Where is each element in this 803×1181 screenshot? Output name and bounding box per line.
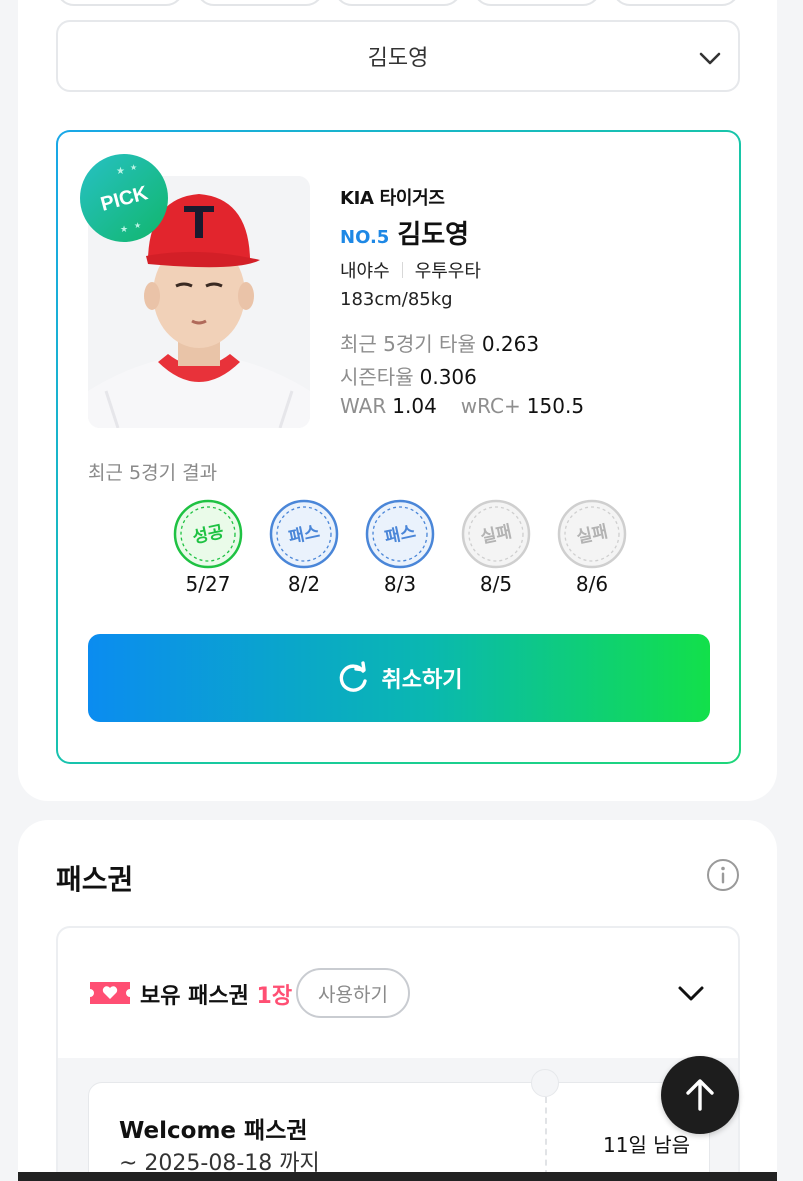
player-number: NO.5 <box>340 227 390 248</box>
svg-text:★: ★ <box>120 225 128 235</box>
chevron-down-icon <box>699 52 721 65</box>
player-filter-chips <box>56 0 746 6</box>
player-info: KIA 타이거즈 NO.5 김도영 내야수 우투우타 183cm/85kg 최근… <box>340 184 584 418</box>
divider <box>401 262 403 278</box>
owned-pass-header[interactable]: 보유 패스권 1장 사용하기 <box>58 928 738 1058</box>
player-name: 김도영 <box>397 220 470 250</box>
scroll-to-top-button[interactable] <box>661 1056 739 1134</box>
ticket-icon <box>90 982 130 1004</box>
player-select-value: 김도영 <box>367 46 429 71</box>
result-date: 8/2 <box>287 572 321 596</box>
chevron-down-icon[interactable] <box>674 978 708 1008</box>
result-date: 5/27 <box>185 572 231 596</box>
pass-ticket[interactable]: Welcome 패스권 ~ 2025-08-18 까지 11일 남음 <box>88 1069 710 1181</box>
player-hand: 우투우타 <box>414 261 481 282</box>
result-item: 성공 5/27 <box>172 498 244 596</box>
recent-avg-value: 0.263 <box>481 332 540 356</box>
owned-pass-text: 보유 패스권 1장 <box>140 978 292 1010</box>
season-avg-value: 0.306 <box>419 365 477 389</box>
filter-chip[interactable] <box>612 0 740 6</box>
player-body: 183cm/85kg <box>340 289 453 310</box>
filter-chip[interactable] <box>196 0 324 6</box>
owned-pass-count: 1장 <box>256 984 293 1009</box>
pass-stamp-icon: 패스 <box>365 499 435 569</box>
pass-title: 패스권 <box>56 863 134 896</box>
recent-avg-label: 최근 5경기 타율 <box>340 332 476 356</box>
result-item: 실패 8/6 <box>556 498 628 596</box>
fail-stamp-icon: 실패 <box>557 499 627 569</box>
filter-chip[interactable] <box>56 0 184 6</box>
bottom-bar <box>18 1172 777 1181</box>
wrc-value: 150.5 <box>526 394 585 418</box>
result-date: 8/5 <box>479 572 513 596</box>
war-label: WAR <box>340 394 387 418</box>
arrow-up-icon <box>686 1079 714 1111</box>
season-avg-label: 시즌타율 <box>340 365 414 389</box>
player-select[interactable]: 김도영 <box>56 20 740 92</box>
svg-text:★: ★ <box>134 221 141 230</box>
pick-badge-icon: PICK ★ ★ ★ ★ <box>80 154 168 242</box>
refresh-icon <box>339 661 367 692</box>
result-date: 8/3 <box>383 572 417 596</box>
divider <box>545 1097 547 1181</box>
success-stamp-icon: 성공 <box>173 499 243 569</box>
recent-results: 성공 5/27 패스 8/2 패스 8/3 실패 8/5 실패 8/6 <box>172 498 632 598</box>
cancel-label: 취소하기 <box>381 668 463 693</box>
team-name: KIA 타이거즈 <box>340 188 445 209</box>
fail-stamp-icon: 실패 <box>461 499 531 569</box>
owned-pass-panel: 보유 패스권 1장 사용하기 Welcome 패스권 ~ 2025-08-18 … <box>56 926 740 1181</box>
recent-results-label: 최근 5경기 결과 <box>88 462 218 484</box>
svg-text:★: ★ <box>116 166 125 177</box>
result-item: 패스 8/3 <box>364 498 436 596</box>
info-icon[interactable] <box>706 858 740 892</box>
result-date: 8/6 <box>575 572 609 596</box>
player-position: 내야수 <box>340 261 390 282</box>
filter-chip[interactable] <box>334 0 462 6</box>
filter-chip[interactable] <box>473 0 601 6</box>
owned-pass-label: 보유 패스권 <box>140 984 249 1009</box>
cancel-pick-button[interactable]: 취소하기 <box>88 634 710 722</box>
war-value: 1.04 <box>392 394 437 418</box>
wrc-label: wRC+ <box>460 394 521 418</box>
pass-list: Welcome 패스권 ~ 2025-08-18 까지 11일 남음 <box>58 1058 738 1181</box>
result-item: 실패 8/5 <box>460 498 532 596</box>
ticket-days-left: 11일 남음 <box>603 1133 691 1157</box>
pass-section: 패스권 보유 패스권 1장 사용하기 Welcome 패스권 ~ 2025-08… <box>18 820 777 1181</box>
ticket-name: Welcome 패스권 <box>119 1118 308 1144</box>
result-item: 패스 8/2 <box>268 498 340 596</box>
svg-text:★: ★ <box>130 163 137 172</box>
player-card: PICK ★ ★ ★ ★ KIA 타이거즈 NO.5 김도영 내야수 우투우타 … <box>56 130 741 764</box>
pass-stamp-icon: 패스 <box>269 499 339 569</box>
use-pass-button[interactable]: 사용하기 <box>296 968 410 1018</box>
